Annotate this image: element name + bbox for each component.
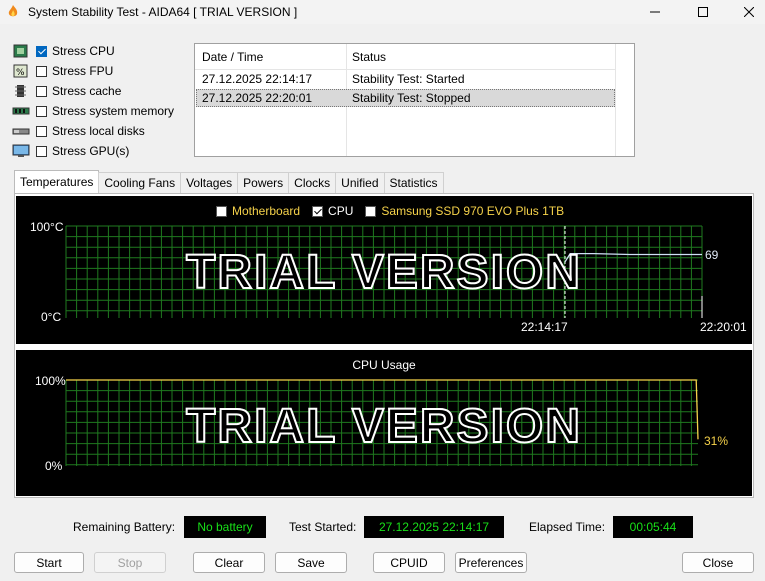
title-bar: System Stability Test - AIDA64 [ TRIAL V… [0,0,765,24]
sensor-tabs: Temperatures Cooling Fans Voltages Power… [14,170,444,196]
memory-icon [12,107,30,115]
minimize-button[interactable] [632,0,678,24]
close-window-button[interactable] [726,0,765,24]
temperature-chart-panel: Motherboard CPU Samsung SSD 970 EVO Plus… [16,196,752,344]
stress-cache-option[interactable]: Stress cache [12,82,121,100]
close-button[interactable]: Close [682,552,754,573]
elapsed-time-label: Elapsed Time: [529,520,606,534]
test-log-list[interactable]: Date / Time Status 27.12.2025 22:14:17 S… [194,43,635,157]
cpu-watermark: TRIAL VERSION [186,400,582,453]
cpuid-button[interactable]: CPUID [373,552,445,573]
aida64-flame-icon [8,5,18,17]
cpu-usage-chart-panel: CPU Usage 100% 0% 31% TRIAL VERSION [16,350,752,496]
cache-icon [15,85,26,97]
cpu-icon [13,44,28,58]
stress-fpu-checkbox[interactable] [36,65,47,77]
close-icon [744,7,754,17]
svg-text:%: % [16,68,25,78]
gpu-icon [12,144,30,157]
log-column-status[interactable]: Status [352,50,386,64]
log-column-datetime[interactable]: Date / Time [202,50,263,64]
log-column-separator-end [615,44,616,156]
stress-gpu-option[interactable]: Stress GPU(s) [12,142,129,160]
tab-cooling-fans[interactable]: Cooling Fans [98,172,182,195]
stress-cpu-option[interactable]: Stress CPU [12,42,115,60]
disk-icon [12,128,30,135]
remaining-battery-value: No battery [184,516,266,538]
stress-memory-checkbox[interactable] [36,105,47,117]
log-row-1-datetime[interactable]: 27.12.2025 22:14:17 [202,72,312,86]
stress-disks-checkbox[interactable] [36,125,47,137]
temperature-plot: TRIAL VERSION [65,225,703,318]
stress-fpu-label: Stress FPU [52,64,114,78]
tab-statistics[interactable]: Statistics [383,172,444,195]
stress-memory-label: Stress system memory [52,104,175,118]
preferences-button[interactable]: Preferences [455,552,527,573]
log-row-2-status[interactable]: Stability Test: Stopped [352,91,471,105]
window-title: System Stability Test - AIDA64 [ TRIAL V… [28,5,298,19]
fpu-icon: % [13,64,28,78]
cpu-usage-plot: TRIAL VERSION [65,379,699,466]
stress-gpu-label: Stress GPU(s) [52,144,130,158]
stress-memory-option[interactable]: Stress system memory [12,102,174,120]
minimize-icon [650,11,660,13]
temp-watermark: TRIAL VERSION [186,246,582,299]
tab-unified[interactable]: Unified [335,172,385,195]
stop-button[interactable]: Stop [94,552,166,573]
stress-disks-option[interactable]: Stress local disks [12,122,145,140]
test-started-label: Test Started: [289,520,357,534]
stress-cpu-checkbox[interactable] [36,45,47,57]
maximize-button[interactable] [680,0,726,24]
test-started-value: 27.12.2025 22:14:17 [364,516,504,538]
save-button[interactable]: Save [275,552,347,573]
stress-fpu-option[interactable]: % Stress FPU [12,62,113,80]
remaining-battery-label: Remaining Battery: [73,520,176,534]
maximize-icon [698,7,708,17]
tab-powers[interactable]: Powers [237,172,290,195]
elapsed-time-value: 00:05:44 [613,516,693,538]
log-row-1-status[interactable]: Stability Test: Started [352,72,465,86]
clear-button[interactable]: Clear [193,552,265,573]
stress-cache-checkbox[interactable] [36,85,47,97]
stress-gpu-checkbox[interactable] [36,145,47,157]
stress-cpu-label: Stress CPU [52,44,115,58]
stress-cache-label: Stress cache [52,84,122,98]
log-row-2-datetime[interactable]: 27.12.2025 22:20:01 [202,91,312,105]
start-button[interactable]: Start [14,552,84,573]
stress-disks-label: Stress local disks [52,124,145,138]
tab-voltages[interactable]: Voltages [180,172,239,195]
tab-clocks[interactable]: Clocks [288,172,337,195]
